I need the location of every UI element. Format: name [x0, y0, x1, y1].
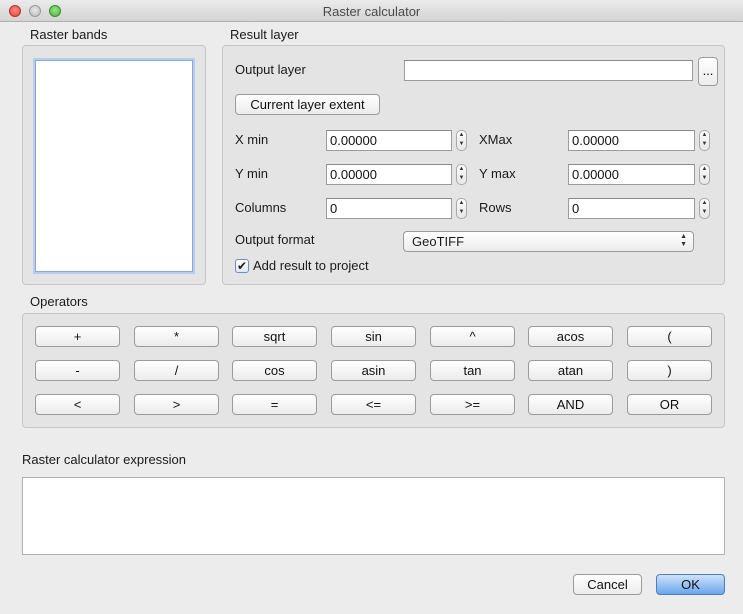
ymin-stepper[interactable]: ▲ ▼ — [456, 164, 467, 185]
ymin-label: Y min — [235, 166, 268, 181]
xmin-label: X min — [235, 132, 269, 147]
raster-bands-group — [22, 45, 206, 285]
output-layer-field[interactable] — [404, 60, 693, 81]
output-format-label: Output format — [235, 232, 315, 247]
xmin-stepper[interactable]: ▲ ▼ — [456, 130, 467, 151]
operator-sqrt-button[interactable]: sqrt — [232, 326, 317, 347]
current-layer-extent-button[interactable]: Current layer extent — [235, 94, 380, 115]
ymax-stepper[interactable]: ▲ ▼ — [699, 164, 710, 185]
stepper-down-icon[interactable]: ▼ — [700, 208, 709, 217]
ok-button[interactable]: OK — [656, 574, 725, 595]
operator-power-button[interactable]: ^ — [430, 326, 515, 347]
stepper-down-icon[interactable]: ▼ — [457, 208, 466, 217]
operator-equals-button[interactable]: = — [232, 394, 317, 415]
operators-label: Operators — [30, 294, 88, 309]
operator-or-button[interactable]: OR — [627, 394, 712, 415]
ymin-field[interactable] — [326, 164, 452, 185]
xmax-label: XMax — [479, 132, 513, 147]
operator-greater-than-button[interactable]: > — [134, 394, 219, 415]
expression-label: Raster calculator expression — [22, 452, 187, 467]
columns-label: Columns — [235, 200, 287, 215]
xmax-stepper[interactable]: ▲ ▼ — [699, 130, 710, 151]
ymax-label: Y max — [479, 166, 516, 181]
stepper-up-icon[interactable]: ▲ — [700, 199, 709, 208]
stepper-down-icon[interactable]: ▼ — [457, 174, 466, 183]
operator-asin-button[interactable]: asin — [331, 360, 416, 381]
columns-field[interactable] — [326, 198, 452, 219]
rows-label: Rows — [479, 200, 512, 215]
title-bar: Raster calculator — [0, 0, 743, 22]
xmin-field[interactable] — [326, 130, 452, 151]
operator-cos-button[interactable]: cos — [232, 360, 317, 381]
operator-sin-button[interactable]: sin — [331, 326, 416, 347]
stepper-down-icon[interactable]: ▼ — [700, 174, 709, 183]
operator-atan-button[interactable]: atan — [528, 360, 613, 381]
operator-and-button[interactable]: AND — [528, 394, 613, 415]
operator-multiply-button[interactable]: * — [134, 326, 219, 347]
result-layer-label: Result layer — [230, 27, 299, 42]
operator-acos-button[interactable]: acos — [528, 326, 613, 347]
rows-field[interactable] — [568, 198, 695, 219]
cancel-button[interactable]: Cancel — [573, 574, 642, 595]
output-format-select[interactable]: GeoTIFF ▲ ▼ — [403, 231, 694, 252]
columns-stepper[interactable]: ▲ ▼ — [456, 198, 467, 219]
stepper-up-icon[interactable]: ▲ — [700, 165, 709, 174]
raster-bands-list[interactable] — [35, 60, 193, 272]
window-title: Raster calculator — [322, 4, 421, 19]
operator-plus-button[interactable]: + — [35, 326, 120, 347]
operator-minus-button[interactable]: - — [35, 360, 120, 381]
operator-divide-button[interactable]: / — [134, 360, 219, 381]
operator-less-equal-button[interactable]: <= — [331, 394, 416, 415]
rows-stepper[interactable]: ▲ ▼ — [699, 198, 710, 219]
stepper-up-icon[interactable]: ▲ — [700, 131, 709, 140]
add-result-checkbox[interactable]: ✔ — [235, 259, 249, 273]
operator-close-paren-button[interactable]: ) — [627, 360, 712, 381]
output-format-value: GeoTIFF — [412, 234, 465, 249]
browse-output-button[interactable]: ... — [698, 57, 718, 86]
expression-textarea[interactable] — [22, 477, 725, 555]
xmax-field[interactable] — [568, 130, 695, 151]
output-layer-label: Output layer — [235, 62, 306, 77]
ymax-field[interactable] — [568, 164, 695, 185]
add-result-label: Add result to project — [253, 258, 369, 273]
operator-tan-button[interactable]: tan — [430, 360, 515, 381]
stepper-down-icon[interactable]: ▼ — [700, 140, 709, 149]
operator-less-than-button[interactable]: < — [35, 394, 120, 415]
operator-greater-equal-button[interactable]: >= — [430, 394, 515, 415]
stepper-up-icon[interactable]: ▲ — [457, 131, 466, 140]
operator-open-paren-button[interactable]: ( — [627, 326, 712, 347]
stepper-up-icon[interactable]: ▲ — [457, 165, 466, 174]
stepper-down-icon[interactable]: ▼ — [457, 140, 466, 149]
stepper-up-icon[interactable]: ▲ — [457, 199, 466, 208]
select-arrows-icon: ▲ ▼ — [680, 233, 687, 248]
raster-bands-label: Raster bands — [30, 27, 108, 42]
